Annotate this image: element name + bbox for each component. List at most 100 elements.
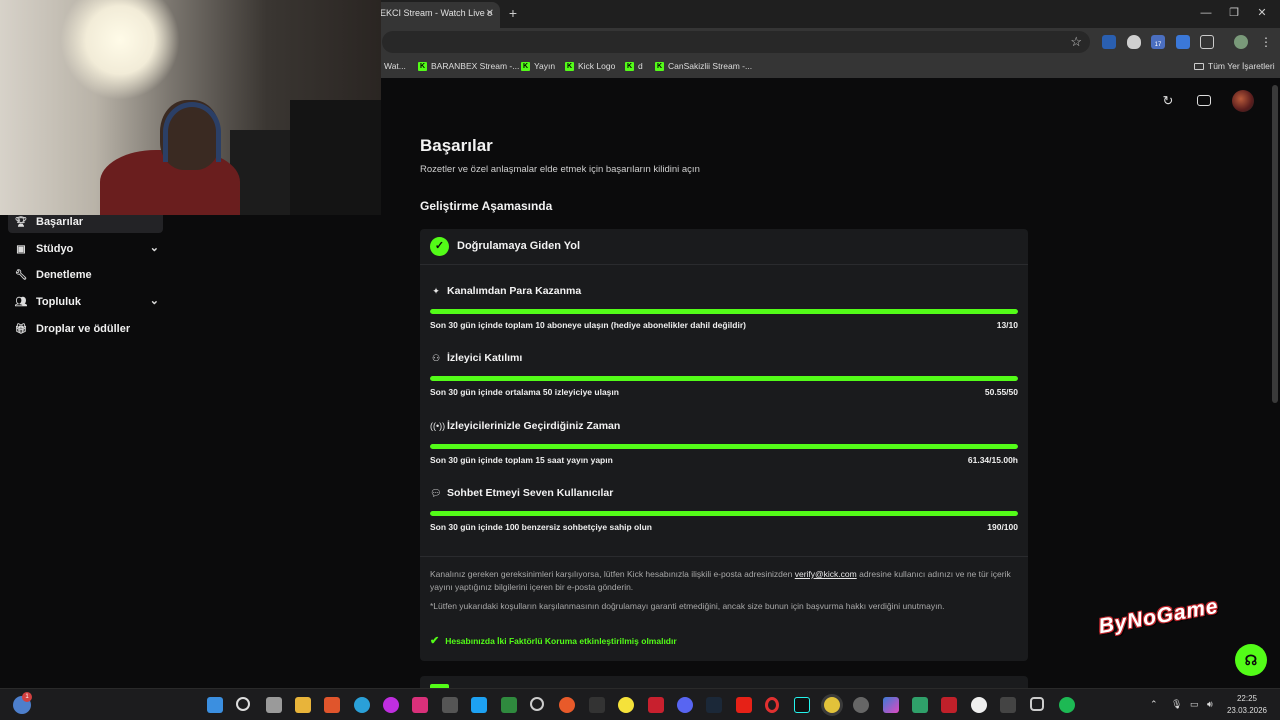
webcam-background: [290, 100, 381, 215]
weather-widget-icon[interactable]: 1: [13, 692, 32, 714]
sidebar-item-moderation[interactable]: 🔧︎ Denetleme: [8, 264, 163, 286]
bookmark-item[interactable]: K Yayın: [521, 61, 555, 71]
close-tab-icon[interactable]: ✕: [486, 8, 494, 19]
two-factor-label: Hesabınızda İki Faktörlü Koruma etkinleş…: [445, 635, 677, 646]
restore-icon[interactable]: ❐: [1223, 5, 1245, 21]
chrome-icon[interactable]: [824, 697, 840, 713]
bookmark-item[interactable]: Kd: [625, 61, 643, 71]
task-view-icon[interactable]: [266, 697, 282, 713]
bookmark-label: Wat...: [384, 61, 406, 71]
address-bar[interactable]: ☆: [382, 31, 1090, 53]
verification-card: ✓ Doğrulamaya Giden Yol ✦ Kanalımdan Par…: [420, 229, 1028, 661]
speedtest-icon[interactable]: [530, 697, 544, 711]
bookmark-item[interactable]: K Kick Logo: [565, 61, 615, 71]
all-bookmarks-label: Tüm Yer İşaretleri: [1208, 61, 1275, 71]
browser-tab[interactable]: EKCI Stream - Watch Live o ✕: [372, 2, 500, 28]
clock-time: 22:25: [1236, 694, 1258, 703]
epic-games-icon[interactable]: [589, 697, 605, 713]
copilot-icon[interactable]: [883, 697, 899, 713]
extension-badge-icon[interactable]: 17: [1151, 35, 1165, 49]
community-icon: 👥︎: [14, 296, 28, 308]
sidebar-item-label: Denetleme: [36, 269, 92, 281]
network-icon[interactable]: ▭: [1190, 699, 1199, 710]
volume-icon[interactable]: 🔊︎: [1207, 699, 1213, 710]
tray-chevron-icon[interactable]: ⌃: [1150, 699, 1158, 710]
requirement-description: Son 30 gün içinde toplam 15 saat yayın y…: [430, 455, 613, 465]
shield-extension-icon[interactable]: [1127, 35, 1141, 49]
close-window-icon[interactable]: ✕: [1251, 5, 1273, 21]
chevron-down-icon: ⌄: [149, 295, 159, 307]
taskbar-clock[interactable]: 22:25 23.03.2026: [1222, 693, 1272, 717]
chevron-down-icon: ⌄: [149, 242, 159, 254]
note-text: Kanalınız gereken gereksinimleri karşılı…: [430, 569, 795, 579]
puzzle-extensions-icon[interactable]: [1200, 35, 1214, 49]
steam-icon[interactable]: [706, 697, 722, 713]
app-icon[interactable]: [912, 697, 928, 713]
sidebar-item-studio[interactable]: ▣ Stüdyo ⌄: [8, 238, 163, 260]
refresh-clock-icon[interactable]: ↻: [1160, 93, 1176, 109]
requirement-value: 190/100: [987, 522, 1018, 532]
sidebar-item-label: Droplar ve ödüller: [36, 323, 131, 335]
requirement-item: ⚇ İzleyici Katılımı Son 30 gün içinde or…: [430, 352, 1018, 413]
requirement-title: İzleyici Katılımı: [447, 352, 523, 364]
twitter-icon[interactable]: [471, 697, 487, 713]
app-icon[interactable]: [1000, 697, 1016, 713]
bookmark-item[interactable]: K BARANBEX Stream -...: [418, 61, 519, 71]
valorant-icon[interactable]: [648, 697, 664, 713]
sidebar-item-label: Topluluk: [36, 296, 82, 308]
bookmark-item[interactable]: K CanSakizlii Stream -...: [655, 61, 752, 71]
xbox-icon[interactable]: [501, 697, 517, 713]
obs-icon[interactable]: [559, 697, 575, 713]
file-explorer-icon[interactable]: [295, 697, 311, 713]
instagram-icon[interactable]: [412, 697, 428, 713]
media-player-icon[interactable]: [383, 697, 399, 713]
progress-fill: [430, 309, 1018, 314]
page-scrollbar[interactable]: [1272, 85, 1278, 403]
sparkle-icon: ✦: [432, 286, 440, 296]
yandex-icon[interactable]: [971, 697, 987, 713]
opera-icon[interactable]: [765, 697, 779, 713]
app-icon[interactable]: [853, 697, 869, 713]
support-chat-button[interactable]: ☊: [1235, 644, 1267, 676]
minimize-icon[interactable]: —: [1195, 5, 1217, 21]
bookmark-star-icon[interactable]: ☆: [1070, 34, 1082, 50]
bookmark-item[interactable]: Wat...: [384, 61, 406, 71]
progress-bar: [430, 309, 1018, 314]
spotify-icon[interactable]: [1059, 697, 1075, 713]
all-bookmarks[interactable]: Tüm Yer İşaretleri: [1194, 61, 1275, 71]
extension-icon[interactable]: [1102, 35, 1116, 49]
requirement-description: Son 30 gün içinde ortalama 50 izleyiciye…: [430, 387, 619, 397]
brave-icon[interactable]: [324, 697, 340, 713]
webcam-overlay: [0, 0, 381, 215]
page-title: Başarılar: [420, 136, 493, 155]
youtube-icon[interactable]: [736, 697, 752, 713]
settings-icon[interactable]: [1030, 697, 1044, 711]
requirement-description: Son 30 gün içinde toplam 10 aboneye ulaş…: [430, 320, 746, 330]
progress-fill: [430, 444, 1018, 449]
discord-icon[interactable]: [677, 697, 693, 713]
clock-date: 23.03.2026: [1226, 706, 1268, 715]
app-icon[interactable]: [442, 697, 458, 713]
folder-icon: [1194, 62, 1204, 70]
extension-icon[interactable]: [1176, 35, 1190, 49]
bookmark-label: Yayın: [534, 61, 556, 71]
bookmark-label: CanSakizlii Stream -...: [668, 61, 753, 71]
tiktok-icon[interactable]: [794, 697, 810, 713]
sidebar-item-community[interactable]: 👥︎ Topluluk ⌄: [8, 291, 163, 313]
mcafee-icon[interactable]: [941, 697, 957, 713]
sidebar-item-drops[interactable]: 🎁︎ Droplar ve ödüller: [8, 318, 163, 340]
windows-start-icon[interactable]: [207, 697, 223, 713]
user-avatar[interactable]: [1232, 90, 1254, 112]
microphone-icon[interactable]: 🎙︎: [1171, 699, 1182, 710]
search-icon[interactable]: [236, 697, 250, 711]
next-card: [420, 676, 1028, 688]
edge-icon[interactable]: [354, 697, 370, 713]
studio-icon[interactable]: [1197, 95, 1211, 106]
profile-avatar[interactable]: [1234, 35, 1248, 49]
windows-taskbar: 1 ⌃ 🎙︎ ▭ 🔊︎ 22:25 23.03.2026: [0, 688, 1280, 720]
new-tab-icon[interactable]: +: [504, 4, 522, 22]
browser-menu-icon[interactable]: ⋮: [1259, 35, 1273, 49]
snapchat-icon[interactable]: [618, 697, 634, 713]
verify-email-link[interactable]: verify@kick.com: [795, 569, 857, 579]
kick-icon: K: [565, 61, 574, 71]
